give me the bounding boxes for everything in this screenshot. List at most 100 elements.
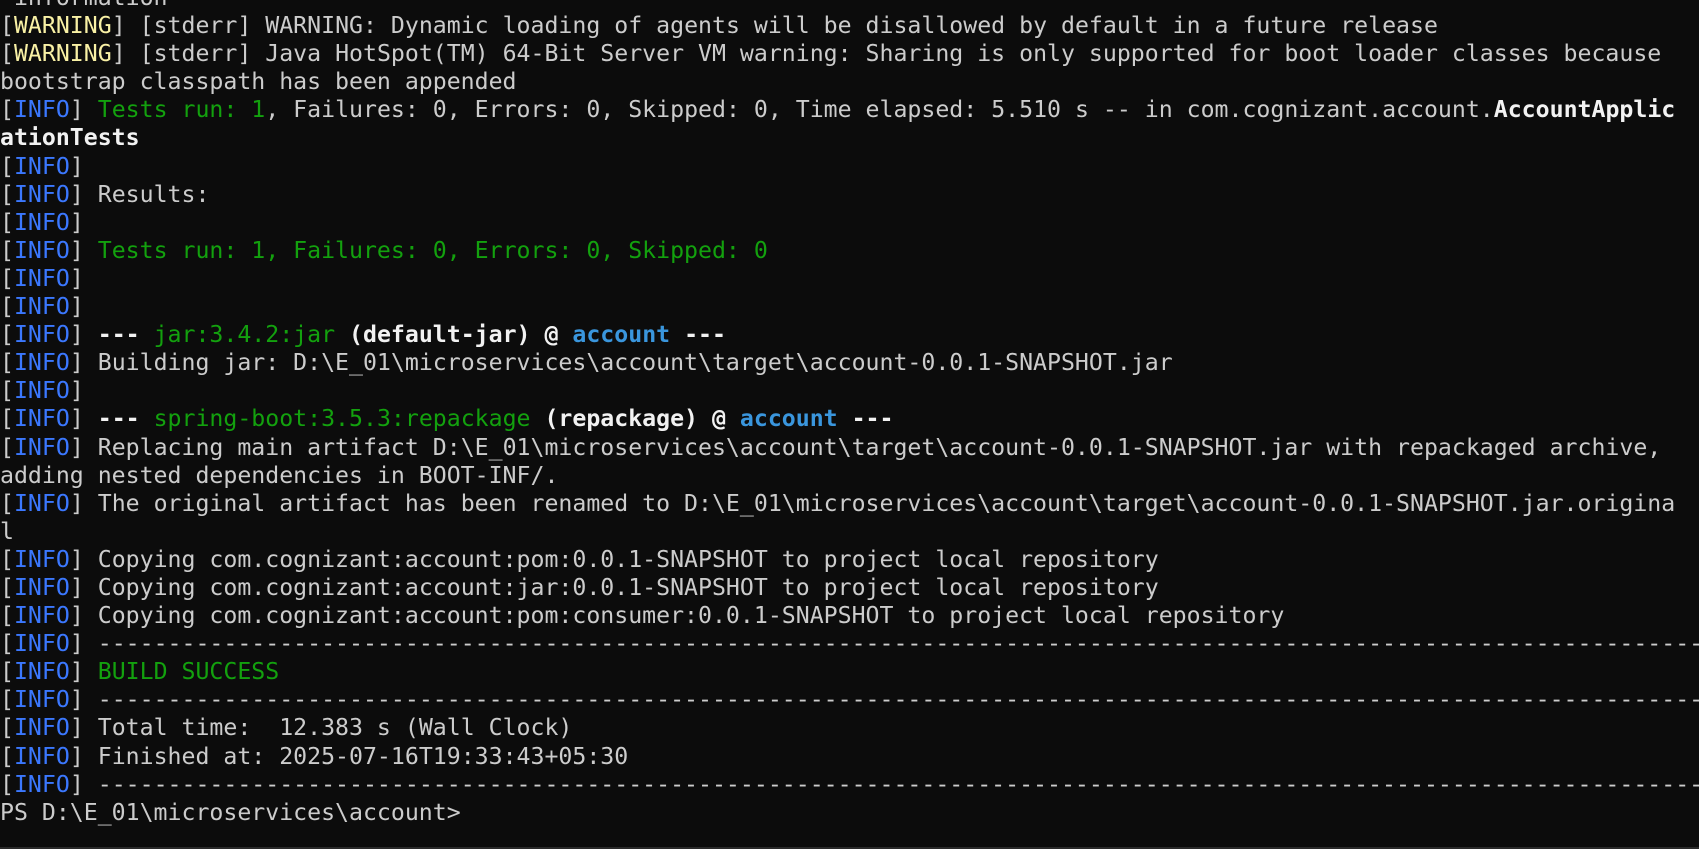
text-segment: [ <box>0 489 14 517</box>
text-segment: [ <box>0 349 14 377</box>
text-segment: adding nested dependencies in BOOT-INF/. <box>0 461 559 489</box>
text-segment: l <box>0 517 14 545</box>
text-segment: account <box>739 405 838 433</box>
text-segment: [ <box>0 770 14 798</box>
terminal-line: [INFO] <box>0 265 1699 293</box>
text-segment: ] --------------------------------------… <box>69 770 1699 798</box>
text-segment: [ <box>0 742 14 770</box>
terminal-line: [INFO] <box>0 293 1699 321</box>
text-segment: [ <box>0 686 14 714</box>
text-segment: Tests run: 1, Failures: 0, Errors: 0, Sk… <box>97 236 768 264</box>
terminal-line: [INFO] ---------------------------------… <box>0 771 1699 799</box>
text-segment: account <box>572 321 671 349</box>
text-segment: [ <box>0 630 14 658</box>
text-segment: ] Copying com.cognizant:account:pom:0.0.… <box>69 545 1159 573</box>
text-segment: ] <box>69 658 98 686</box>
text-segment: ] <box>69 405 98 433</box>
text-segment: spring-boot:3.5.3:repackage <box>153 405 531 433</box>
terminal-line: [INFO] --- spring-boot:3.5.3:repackage (… <box>0 405 1699 433</box>
text-segment: 1 <box>251 96 266 124</box>
text-segment: AccountApplic <box>1493 96 1676 124</box>
text-segment: [ <box>0 377 14 405</box>
terminal-line: [WARNING] [stderr] Java HotSpot(TM) 64-B… <box>0 40 1699 68</box>
text-segment: [ <box>0 321 14 349</box>
terminal-line: information <box>0 0 1699 12</box>
text-segment: ] <box>69 293 84 321</box>
text-segment: Tests run: <box>97 96 252 124</box>
text-segment: ] <box>69 321 98 349</box>
text-segment: ] Copying com.cognizant:account:jar:0.0.… <box>69 573 1159 601</box>
text-segment: INFO <box>13 770 70 798</box>
text-segment: [ <box>0 180 14 208</box>
text-segment: (repackage) @ <box>530 405 740 433</box>
terminal-line: [INFO] Copying com.cognizant:account:jar… <box>0 574 1699 602</box>
text-segment: INFO <box>13 208 70 236</box>
text-segment: jar:3.4.2:jar <box>153 321 336 349</box>
text-segment: INFO <box>13 686 70 714</box>
text-segment: ] <box>69 377 84 405</box>
text-segment: [ <box>0 545 14 573</box>
text-segment: INFO <box>13 152 70 180</box>
terminal-output[interactable]: information[WARNING] [stderr] WARNING: D… <box>0 0 1699 833</box>
terminal-line: [WARNING] [stderr] WARNING: Dynamic load… <box>0 12 1699 40</box>
text-segment: ationTests <box>0 124 140 152</box>
text-segment: [ <box>0 264 14 292</box>
text-segment: --- <box>670 321 726 349</box>
text-segment: INFO <box>13 96 70 124</box>
terminal-line: [INFO] <box>0 209 1699 237</box>
text-segment: INFO <box>13 545 70 573</box>
text-segment: information <box>0 0 168 11</box>
text-segment: ] --------------------------------------… <box>69 686 1699 714</box>
text-segment: INFO <box>13 602 70 630</box>
text-segment: ] Replacing main artifact D:\E_01\micros… <box>69 433 1662 461</box>
text-segment: ] <box>69 264 84 292</box>
text-segment: [ <box>0 658 14 686</box>
prompt-line: PS D:\E_01\microservices\account> <box>0 799 1699 827</box>
text-segment: [ <box>0 236 14 264</box>
terminal-line: [INFO] Copying com.cognizant:account:pom… <box>0 546 1699 574</box>
text-segment: [ <box>0 96 14 124</box>
terminal-line: bootstrap classpath has been appended <box>0 68 1699 96</box>
terminal-line: [INFO] Total time: 12.383 s (Wall Clock) <box>0 714 1699 742</box>
text-segment: INFO <box>13 714 70 742</box>
text-segment: (default-jar) @ <box>335 321 573 349</box>
text-segment: ] <box>69 208 84 236</box>
text-segment: , Failures: 0, Errors: 0, Skipped: 0, Ti… <box>265 96 1494 124</box>
text-segment: [ <box>0 405 14 433</box>
terminal-line: [INFO] Finished at: 2025-07-16T19:33:43+… <box>0 743 1699 771</box>
text-segment: ] --------------------------------------… <box>69 630 1699 658</box>
terminal-line: [INFO] Building jar: D:\E_01\microservic… <box>0 349 1699 377</box>
text-segment: [ <box>0 573 14 601</box>
text-segment: PS D:\E_01\microservices\account> <box>0 798 461 826</box>
text-segment: --- <box>837 405 894 433</box>
text-segment: ] <box>69 96 98 124</box>
terminal-line: [INFO] The original artifact has been re… <box>0 490 1699 518</box>
text-segment: ] The original artifact has been renamed… <box>69 489 1676 517</box>
text-segment: WARNING <box>13 12 112 40</box>
terminal-line: [INFO] <box>0 377 1699 405</box>
terminal-line: [INFO] ---------------------------------… <box>0 630 1699 658</box>
text-segment: WARNING <box>13 40 112 68</box>
text-segment: [ <box>0 152 14 180</box>
text-segment: INFO <box>13 742 70 770</box>
text-segment: ] <box>69 236 98 264</box>
text-segment: INFO <box>13 658 70 686</box>
terminal-line: [INFO] ---------------------------------… <box>0 686 1699 714</box>
terminal-line: [INFO] BUILD SUCCESS <box>0 658 1699 686</box>
terminal-line: l <box>0 518 1699 546</box>
text-segment: ] Building jar: D:\E_01\microservices\ac… <box>69 349 1173 377</box>
text-segment: [ <box>0 714 14 742</box>
text-segment: INFO <box>13 293 70 321</box>
text-segment: [ <box>0 12 14 40</box>
text-segment: INFO <box>13 321 70 349</box>
text-segment: [ <box>0 208 14 236</box>
terminal-line: ationTests <box>0 124 1699 152</box>
text-segment: [ <box>0 40 14 68</box>
terminal-line: adding nested dependencies in BOOT-INF/. <box>0 462 1699 490</box>
text-segment: --- <box>97 321 154 349</box>
terminal-line: [INFO] Tests run: 1, Failures: 0, Errors… <box>0 237 1699 265</box>
text-segment: INFO <box>13 489 70 517</box>
terminal-line: [INFO] Results: <box>0 181 1699 209</box>
text-segment: [ <box>0 293 14 321</box>
text-segment: INFO <box>13 433 70 461</box>
